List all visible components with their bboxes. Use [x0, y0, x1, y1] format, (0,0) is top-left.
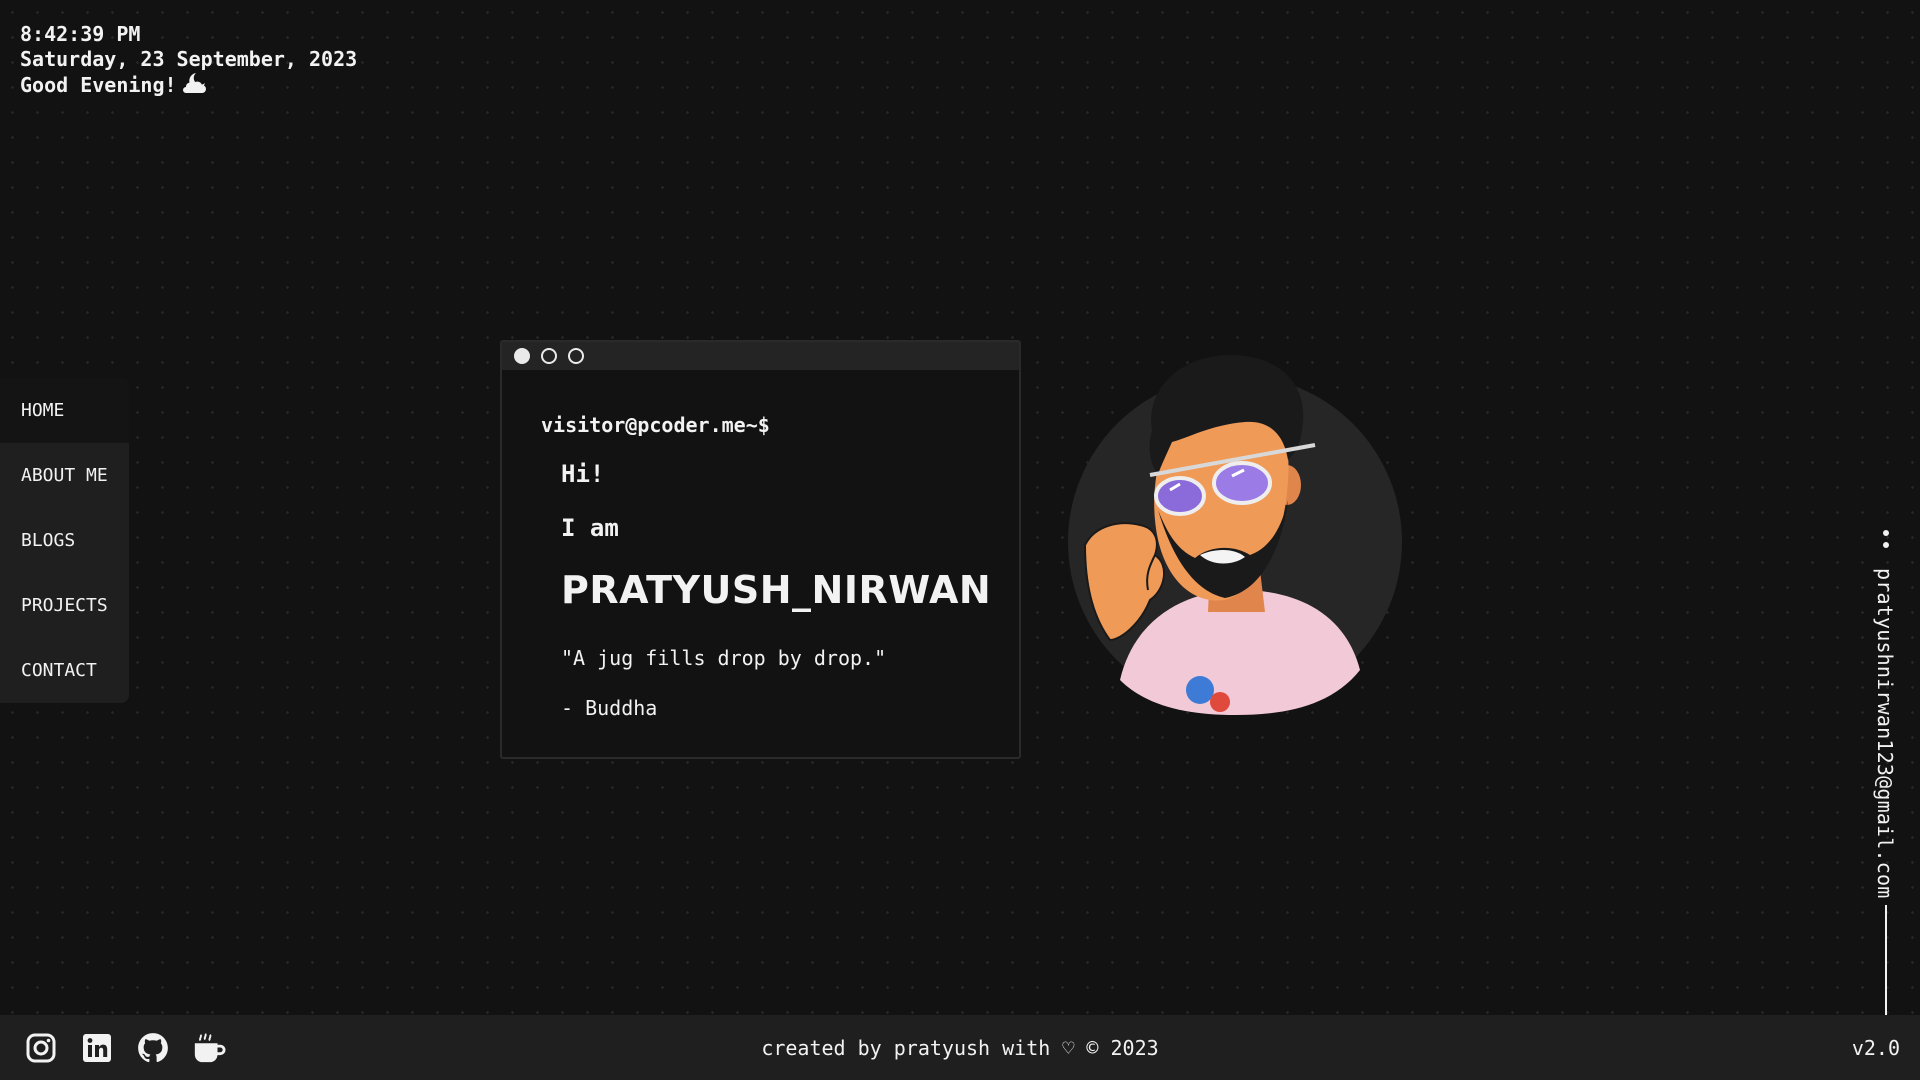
email-rail: pratyushnirwan123@gmail.com — [1870, 530, 1900, 1015]
nav-blogs[interactable]: BLOGS — [0, 508, 129, 573]
quote-author: - Buddha — [561, 696, 658, 720]
moon-cloud-icon — [182, 72, 209, 100]
nav-contact[interactable]: CONTACT — [0, 638, 129, 703]
window-dot-close[interactable] — [514, 348, 530, 364]
terminal-title-bar — [502, 342, 1019, 370]
greeting-row: Good Evening! — [20, 72, 357, 100]
version-label: v2.0 — [1851, 1036, 1900, 1060]
nav-projects[interactable]: PROJECTS — [0, 573, 129, 638]
avatar-illustration — [1060, 350, 1410, 720]
quote-text: "A jug fills drop by drop." — [561, 646, 887, 670]
window-dot-minimize[interactable] — [541, 348, 557, 364]
nav-home[interactable]: HOME — [0, 378, 129, 443]
clock-time: 8:42:39 PM — [20, 22, 141, 46]
email-link[interactable]: pratyushnirwan123@gmail.com — [1873, 568, 1897, 899]
rail-dot — [1883, 542, 1889, 548]
nav-about-me[interactable]: ABOUT ME — [0, 443, 129, 508]
side-navigation: HOME ABOUT ME BLOGS PROJECTS CONTACT — [0, 378, 129, 703]
owner-name: PRATYUSH_NIRWAN — [561, 568, 992, 612]
greeting-text: Good Evening! — [20, 73, 177, 97]
terminal-prompt: visitor@pcoder.me~$ — [541, 413, 770, 437]
footer-credit: created by pratyush with ♡ © 2023 — [761, 1036, 1159, 1060]
rail-dot — [1883, 530, 1889, 536]
greeting-hi: Hi! — [561, 460, 605, 488]
footer: created by pratyush with ♡ © 2023 v2.0 — [0, 1015, 1920, 1080]
email-rail-line — [1885, 905, 1887, 1015]
greeting-iam: I am — [561, 514, 619, 542]
datetime-greeting: 8:42:39 PM Saturday, 23 September, 2023 … — [20, 22, 357, 100]
terminal-window: visitor@pcoder.me~$ Hi! I am PRATYUSH_NI… — [500, 340, 1021, 759]
clock-date: Saturday, 23 September, 2023 — [20, 47, 358, 71]
window-dot-maximize[interactable] — [568, 348, 584, 364]
